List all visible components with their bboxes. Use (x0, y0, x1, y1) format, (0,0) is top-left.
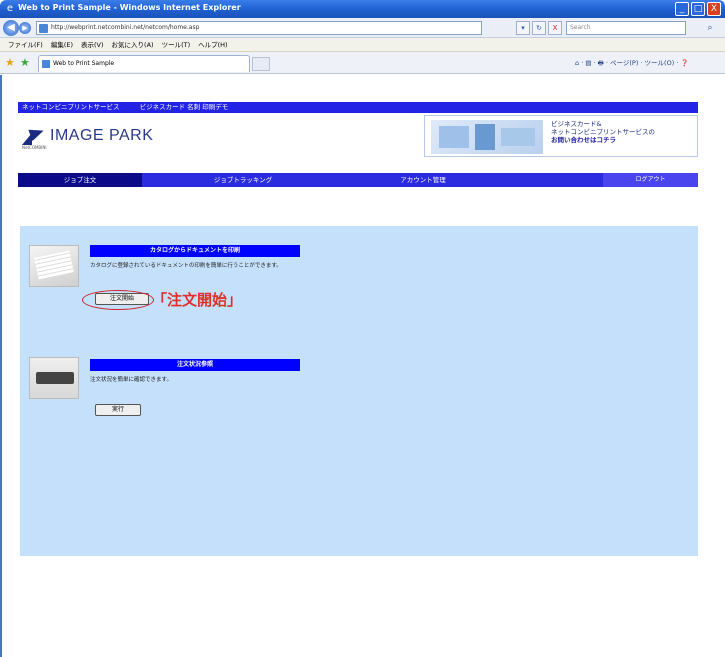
search-icon[interactable]: ⌕ (700, 21, 720, 35)
back-button[interactable]: ◀ (3, 20, 19, 36)
menu-view[interactable]: 表示(V) (81, 38, 104, 51)
address-dropdown-button[interactable]: ▾ (516, 21, 530, 35)
catalog-print-header: カタログからドキュメントを印刷 (90, 245, 300, 257)
ie-logo-icon: e (6, 3, 14, 14)
menu-tools[interactable]: ツール(T) (162, 38, 191, 51)
banner-line-2: ネットコンビニプリントサービスの (551, 128, 655, 136)
tab-favicon-icon (42, 60, 50, 68)
maximize-button[interactable]: □ (691, 2, 705, 16)
site-header-bar: ネットコンビニプリントサービス ビジネスカード 名刺 印刷デモ (18, 102, 698, 113)
refresh-button[interactable]: ↻ (532, 21, 546, 35)
url-input[interactable]: http://webprint.netcombini.net/netcom/ho… (36, 21, 482, 35)
banner-image (431, 120, 543, 154)
window-title-bar: e Web to Print Sample - Windows Internet… (0, 0, 725, 18)
annotation-highlight-ellipse (82, 290, 154, 310)
window-controls: _ □ X (675, 2, 721, 16)
page-favicon-icon (39, 24, 48, 33)
favorites-star-icon[interactable]: ★ (5, 56, 15, 69)
address-bar: ◀ ▶ http://webprint.netcombini.net/netco… (0, 18, 725, 38)
site-header-link[interactable]: ビジネスカード 名刺 印刷デモ (140, 103, 229, 111)
order-status-header: 注文状況参照 (90, 359, 300, 371)
printer-image (29, 357, 79, 399)
site-header-link[interactable]: ネットコンビニプリントサービス (22, 103, 120, 111)
document-catalog-image (29, 245, 79, 287)
main-tab-bar: ジョブ注文 ジョブトラッキング アカウント管理 ログアウト (18, 173, 698, 187)
logout-button[interactable]: ログアウト (603, 173, 698, 187)
new-tab-button[interactable] (252, 57, 270, 71)
banner-text: ビジネスカード& ネットコンビニプリントサービスの お問い合わせはコチラ (551, 120, 655, 144)
order-status-description: 注文状況を簡単に確認できます。 (90, 377, 172, 383)
catalog-print-description: カタログに登録されているドキュメントの印刷を簡単に行うことができます。 (90, 263, 282, 269)
banner-line-1: ビジネスカード& (551, 120, 602, 128)
tab-job-tracking[interactable]: ジョブトラッキング (148, 173, 338, 187)
favorites-bar: ★ ★ Web to Print Sample ⌂ · ▤ · 🖶 · ページ(… (0, 52, 725, 74)
contact-banner[interactable]: ビジネスカード& ネットコンビニプリントサービスの お問い合わせはコチラ (424, 115, 698, 157)
minimize-button[interactable]: _ (675, 2, 689, 16)
tab-job-order[interactable]: ジョブ注文 (18, 173, 142, 187)
menu-edit[interactable]: 編集(E) (51, 38, 73, 51)
search-input[interactable]: Search (566, 21, 686, 35)
execute-button[interactable]: 実行 (95, 404, 141, 416)
menu-favorites[interactable]: お気に入り(A) (112, 38, 154, 51)
window-title: Web to Print Sample - Windows Internet E… (18, 3, 241, 12)
command-toolbar[interactable]: ⌂ · ▤ · 🖶 · ページ(P) · ツール(O) · ❓ (575, 57, 689, 69)
tab-account-management[interactable]: アカウント管理 (338, 173, 508, 187)
browser-tab[interactable]: Web to Print Sample (38, 55, 250, 72)
web-page: ネットコンビニプリントサービス ビジネスカード 名刺 印刷デモ IMAGE PA… (0, 75, 725, 657)
annotation-label: 「注文開始」 (152, 291, 243, 309)
logo-subtext: NetCOMBINI (22, 145, 47, 150)
menu-bar: ファイル(F) 編集(E) 表示(V) お気に入り(A) ツール(T) ヘルプ(… (0, 38, 725, 52)
forward-button[interactable]: ▶ (19, 22, 31, 34)
menu-file[interactable]: ファイル(F) (8, 38, 43, 51)
tab-label: Web to Print Sample (53, 60, 115, 67)
logo-text: IMAGE PARK (50, 127, 154, 144)
logo-mark-icon (22, 127, 46, 145)
url-text: http://webprint.netcombini.net/netcom/ho… (51, 24, 200, 31)
job-order-panel: カタログからドキュメントを印刷 カタログに登録されているドキュメントの印刷を簡単… (20, 226, 698, 556)
close-button[interactable]: X (707, 2, 721, 16)
add-favorite-icon[interactable]: ★ (20, 56, 30, 69)
banner-line-3: お問い合わせはコチラ (551, 136, 616, 144)
image-park-logo: IMAGE PARK (22, 127, 153, 145)
menu-help[interactable]: ヘルプ(H) (198, 38, 227, 51)
stop-button[interactable]: X (548, 21, 562, 35)
